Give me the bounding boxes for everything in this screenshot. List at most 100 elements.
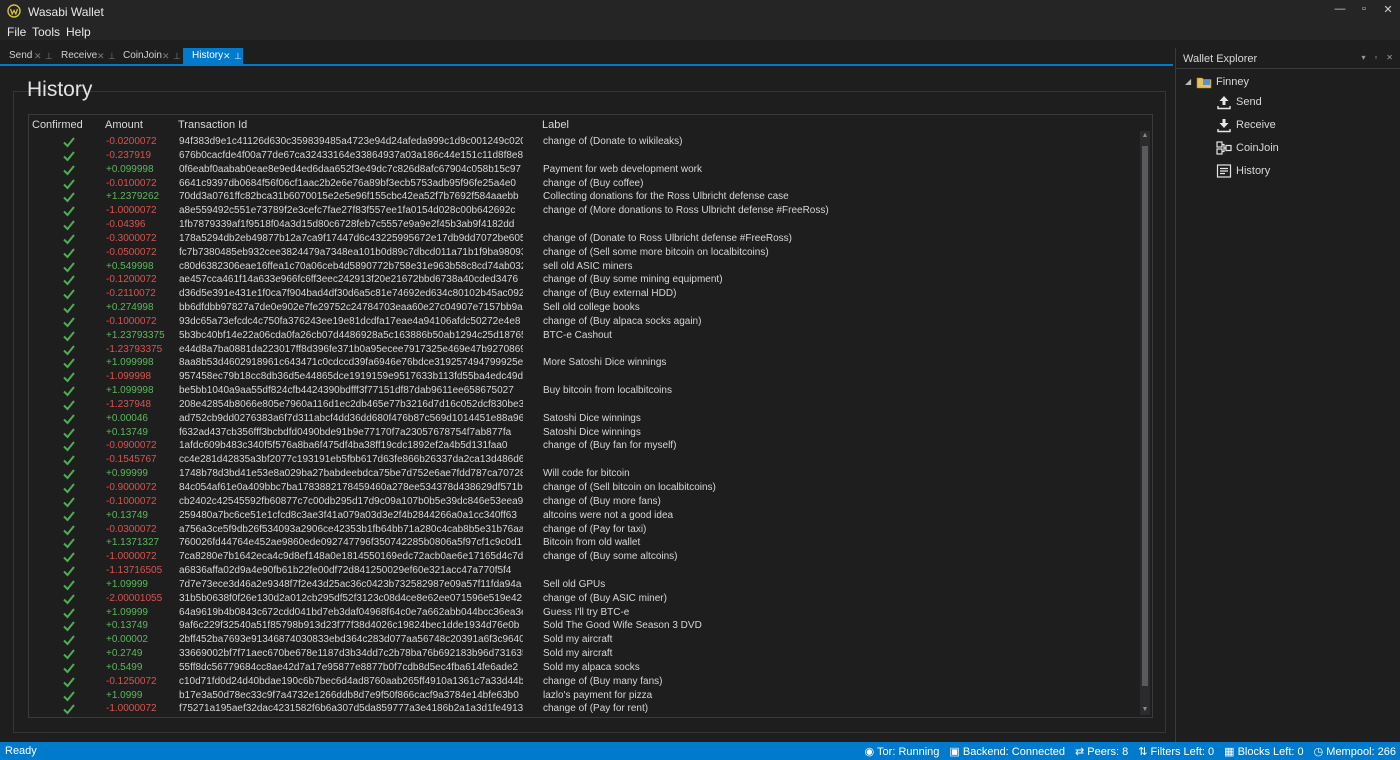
- minimize-button[interactable]: —: [1334, 3, 1346, 16]
- table-row[interactable]: -1.237948 208e42854b8066e805e7960a116d1ec…: [29, 398, 1139, 412]
- table-row[interactable]: +0.549998 c80d6382306eae16ffea1c70a06ceb4…: [29, 260, 1139, 274]
- table-row[interactable]: +1.09999 64a9619b4b0843c672cdd041bd7eb3da…: [29, 606, 1139, 620]
- table-body: -0.0200072 94f383d9e1c41126d630c359839485…: [29, 135, 1139, 715]
- txid-cell: 957458ec79b18cc8db36d5e44865dce1919159e9…: [179, 371, 523, 383]
- table-row[interactable]: +0.00046 ad752cb9dd0276383a6f7d311abcf4dd…: [29, 412, 1139, 426]
- table-row[interactable]: +0.2749 33669002bf7f71aec670be678e1187d3b…: [29, 647, 1139, 661]
- menu-tools[interactable]: Tools: [32, 25, 60, 39]
- amount-cell: +1.09999: [106, 606, 148, 618]
- table-row[interactable]: -1.0000072 a8e559492c551e73789f2e3cefc7fa…: [29, 204, 1139, 218]
- backend-icon: ▣: [949, 746, 963, 758]
- table-row[interactable]: +1.23793375 5b3bc40bf14e22a06cda0fa26cb07…: [29, 329, 1139, 343]
- close-tab-icon[interactable]: ✕: [162, 48, 170, 64]
- table-row[interactable]: -0.04396 1fb7879339af1f9518f04a3d15d80c67…: [29, 218, 1139, 232]
- confirmed-check-icon: [63, 165, 75, 176]
- txid-cell: ad752cb9dd0276383a6f7d311abcf4dd36dd680f…: [179, 412, 523, 424]
- table-row[interactable]: +0.00002 2bff452ba7693e91346874030833ebd3…: [29, 633, 1139, 647]
- restore-button[interactable]: ▫: [1358, 3, 1370, 16]
- tab-send[interactable]: Send ✕ ⊥: [0, 48, 55, 64]
- table-row[interactable]: +1.2379262 70dd3a0761ffc82bca31b6070015e2…: [29, 190, 1139, 204]
- table-row[interactable]: -0.237919 676b0cacfde4f00a77de67ca3243316…: [29, 149, 1139, 163]
- tab-history[interactable]: History ✕ ⊥: [183, 48, 243, 64]
- amount-cell: -1.237948: [106, 398, 152, 410]
- txid-cell: c80d6382306eae16ffea1c70a06ceb4d5890772b…: [179, 260, 523, 272]
- table-row[interactable]: -0.1200072 ae457cca461f14a633e966fc6ff3ee…: [29, 273, 1139, 287]
- table-row[interactable]: -0.1250072 c10d71fd0d24d40bdae190c6b7bec6…: [29, 675, 1139, 689]
- table-row[interactable]: -0.0200072 94f383d9e1c41126d630c359839485…: [29, 135, 1139, 149]
- pin-tab-icon[interactable]: ⊥: [173, 48, 181, 64]
- expand-arrow-icon[interactable]: ◢: [1185, 73, 1191, 91]
- table-row[interactable]: -0.2110072 d36d5e391e431e1f0ca7f904bad4df…: [29, 287, 1139, 301]
- close-window-button[interactable]: ✕: [1382, 3, 1394, 16]
- close-tab-icon[interactable]: ✕: [34, 48, 42, 64]
- scroll-thumb[interactable]: [1142, 146, 1148, 686]
- table-row[interactable]: -0.3000072 178a5294db2eb49877b12a7ca9f174…: [29, 232, 1139, 246]
- scroll-up-icon[interactable]: ▲: [1140, 131, 1150, 141]
- column-header-confirmed[interactable]: Confirmed: [32, 119, 83, 131]
- table-row[interactable]: +0.099998 0f6eabf0aabab0eae8e9ed4ed6daa65…: [29, 163, 1139, 177]
- table-row[interactable]: +0.5499 55ff8dc56779684cc8ae42d7a17e95877…: [29, 661, 1139, 675]
- label-cell: change of (Buy external HDD): [543, 288, 677, 300]
- confirmed-check-icon: [63, 621, 75, 632]
- scroll-down-icon[interactable]: ▼: [1140, 705, 1150, 715]
- explorer-pin-button[interactable]: ▫: [1374, 53, 1377, 62]
- menu-help[interactable]: Help: [66, 25, 91, 39]
- table-row[interactable]: +0.274998 bb6dfdbb97827a7de0e902e7fe29752…: [29, 301, 1139, 315]
- table-row[interactable]: -1.13716505 a6836affa02d9a4e90fb61b22fe00…: [29, 564, 1139, 578]
- table-row[interactable]: +0.13749 f632ad437cb356fff3bcbdfd0490bde9…: [29, 426, 1139, 440]
- table-row[interactable]: +0.13749 9af6c229f32540a51f85798b913d23f7…: [29, 619, 1139, 633]
- peers-status: ⇄ Peers: 8: [1075, 745, 1128, 758]
- document-tabs: Send ✕ ⊥ Receive ✕ ⊥ CoinJoin ✕ ⊥ Histor…: [0, 48, 1175, 64]
- table-row[interactable]: +1.099998 8aa8b53d4602918961c643471c0cdcc…: [29, 356, 1139, 370]
- label-cell: Sold my aircraft: [543, 634, 613, 646]
- table-row[interactable]: +1.0999 b17e3a50d78ec33c9f7a4732e1266ddb8…: [29, 689, 1139, 703]
- table-row[interactable]: +1.09999 7d7e73ece3d46a2e9348f7f2e43d25ac…: [29, 578, 1139, 592]
- table-row[interactable]: -1.0000072 7ca8280e7b1642eca4c9d8ef148a0e…: [29, 550, 1139, 564]
- table-row[interactable]: -0.0300072 a756a3ce5f9db26f534093a2906ce4…: [29, 523, 1139, 537]
- tree-item-label: Receive: [1236, 119, 1276, 131]
- amount-cell: +1.1371327: [106, 537, 160, 549]
- explorer-menu-button[interactable]: ▾: [1361, 53, 1365, 62]
- column-header-label[interactable]: Label: [542, 119, 569, 131]
- table-row[interactable]: -1.099998 957458ec79b18cc8db36d5e44865dce…: [29, 370, 1139, 384]
- explorer-close-button[interactable]: ✕: [1386, 53, 1393, 62]
- confirmed-check-icon: [63, 234, 75, 245]
- label-cell: change of (Sell bitcoin on localbitcoins…: [543, 482, 716, 493]
- backend-status: ▣ Backend: Connected: [949, 745, 1065, 758]
- column-header-amount[interactable]: Amount: [105, 119, 143, 131]
- table-row[interactable]: +0.13749 259480a7bc6ce51e1cfcd8c3ae3f41a0…: [29, 509, 1139, 523]
- status-indicators: ◉ Tor: Running ▣ Backend: Connected ⇄ Pe…: [865, 745, 1396, 758]
- txid-cell: 70dd3a0761ffc82bca31b6070015e2e5e96f155c…: [179, 191, 519, 203]
- vertical-scrollbar[interactable]: ▲ ▼: [1140, 131, 1150, 715]
- column-header-txid[interactable]: Transaction Id: [178, 119, 247, 131]
- table-row[interactable]: -1.23793375 e44d8a7ba0881da223017ff8d396f…: [29, 343, 1139, 357]
- label-cell: change of (Buy ASIC miner): [543, 592, 667, 604]
- close-tab-icon[interactable]: ✕: [97, 48, 105, 64]
- txid-cell: 6641c9397db0684f56f06cf1aac2b2e6e76a89bf…: [179, 177, 516, 189]
- amount-cell: +0.2749: [106, 648, 143, 660]
- table-row[interactable]: -1.0000072 f75271a195aef32dac4231582f6b6a…: [29, 702, 1139, 715]
- tab-receive[interactable]: Receive ✕ ⊥: [52, 48, 116, 64]
- amount-cell: +1.09999: [106, 578, 148, 590]
- table-row[interactable]: -0.0900072 1afdc609b483c340f5f576a8ba6f47…: [29, 439, 1139, 453]
- table-row[interactable]: +1.099998 be5bb1040a9aa55df824cfb4424390b…: [29, 384, 1139, 398]
- confirmed-check-icon: [63, 441, 75, 452]
- pin-tab-icon[interactable]: ⊥: [234, 48, 242, 64]
- table-row[interactable]: -0.0500072 fc7b7380485eb932cee3824479a734…: [29, 246, 1139, 260]
- tab-coinjoin[interactable]: CoinJoin ✕ ⊥: [114, 48, 182, 64]
- txid-cell: f75271a195aef32dac4231582f6b6a307d5da859…: [179, 703, 523, 715]
- confirmed-check-icon: [63, 607, 75, 619]
- table-row[interactable]: -0.1000072 cb2402c42545592fb60877c7c00db2…: [29, 495, 1139, 509]
- table-row[interactable]: -0.9000072 84c054af61e0a409bbc7ba17838821…: [29, 481, 1139, 495]
- txid-cell: bb6dfdbb97827a7de0e902e7fe29752c24784703…: [179, 302, 523, 314]
- table-row[interactable]: -0.0100072 6641c9397db0684f56f06cf1aac2b2…: [29, 177, 1139, 191]
- table-row[interactable]: -0.1000072 93dc65a73efcdc4c750fa376243ee1…: [29, 315, 1139, 329]
- menu-file[interactable]: File: [7, 25, 26, 39]
- amount-cell: -1.13716505: [106, 565, 163, 577]
- close-tab-icon[interactable]: ✕: [223, 48, 231, 64]
- window-controls: — ▫ ✕: [1334, 3, 1394, 16]
- table-row[interactable]: -0.1545767 cc4e281d42835a3bf2077c193191eb…: [29, 453, 1139, 467]
- table-row[interactable]: +0.99999 1748b78d3bd41e53e8a029ba27babdee…: [29, 467, 1139, 481]
- table-row[interactable]: +1.1371327 760026fd44764e452ae9860ede0927…: [29, 536, 1139, 550]
- table-row[interactable]: -2.00001055 31b5b0638f0f26e130d2a012cb295…: [29, 592, 1139, 606]
